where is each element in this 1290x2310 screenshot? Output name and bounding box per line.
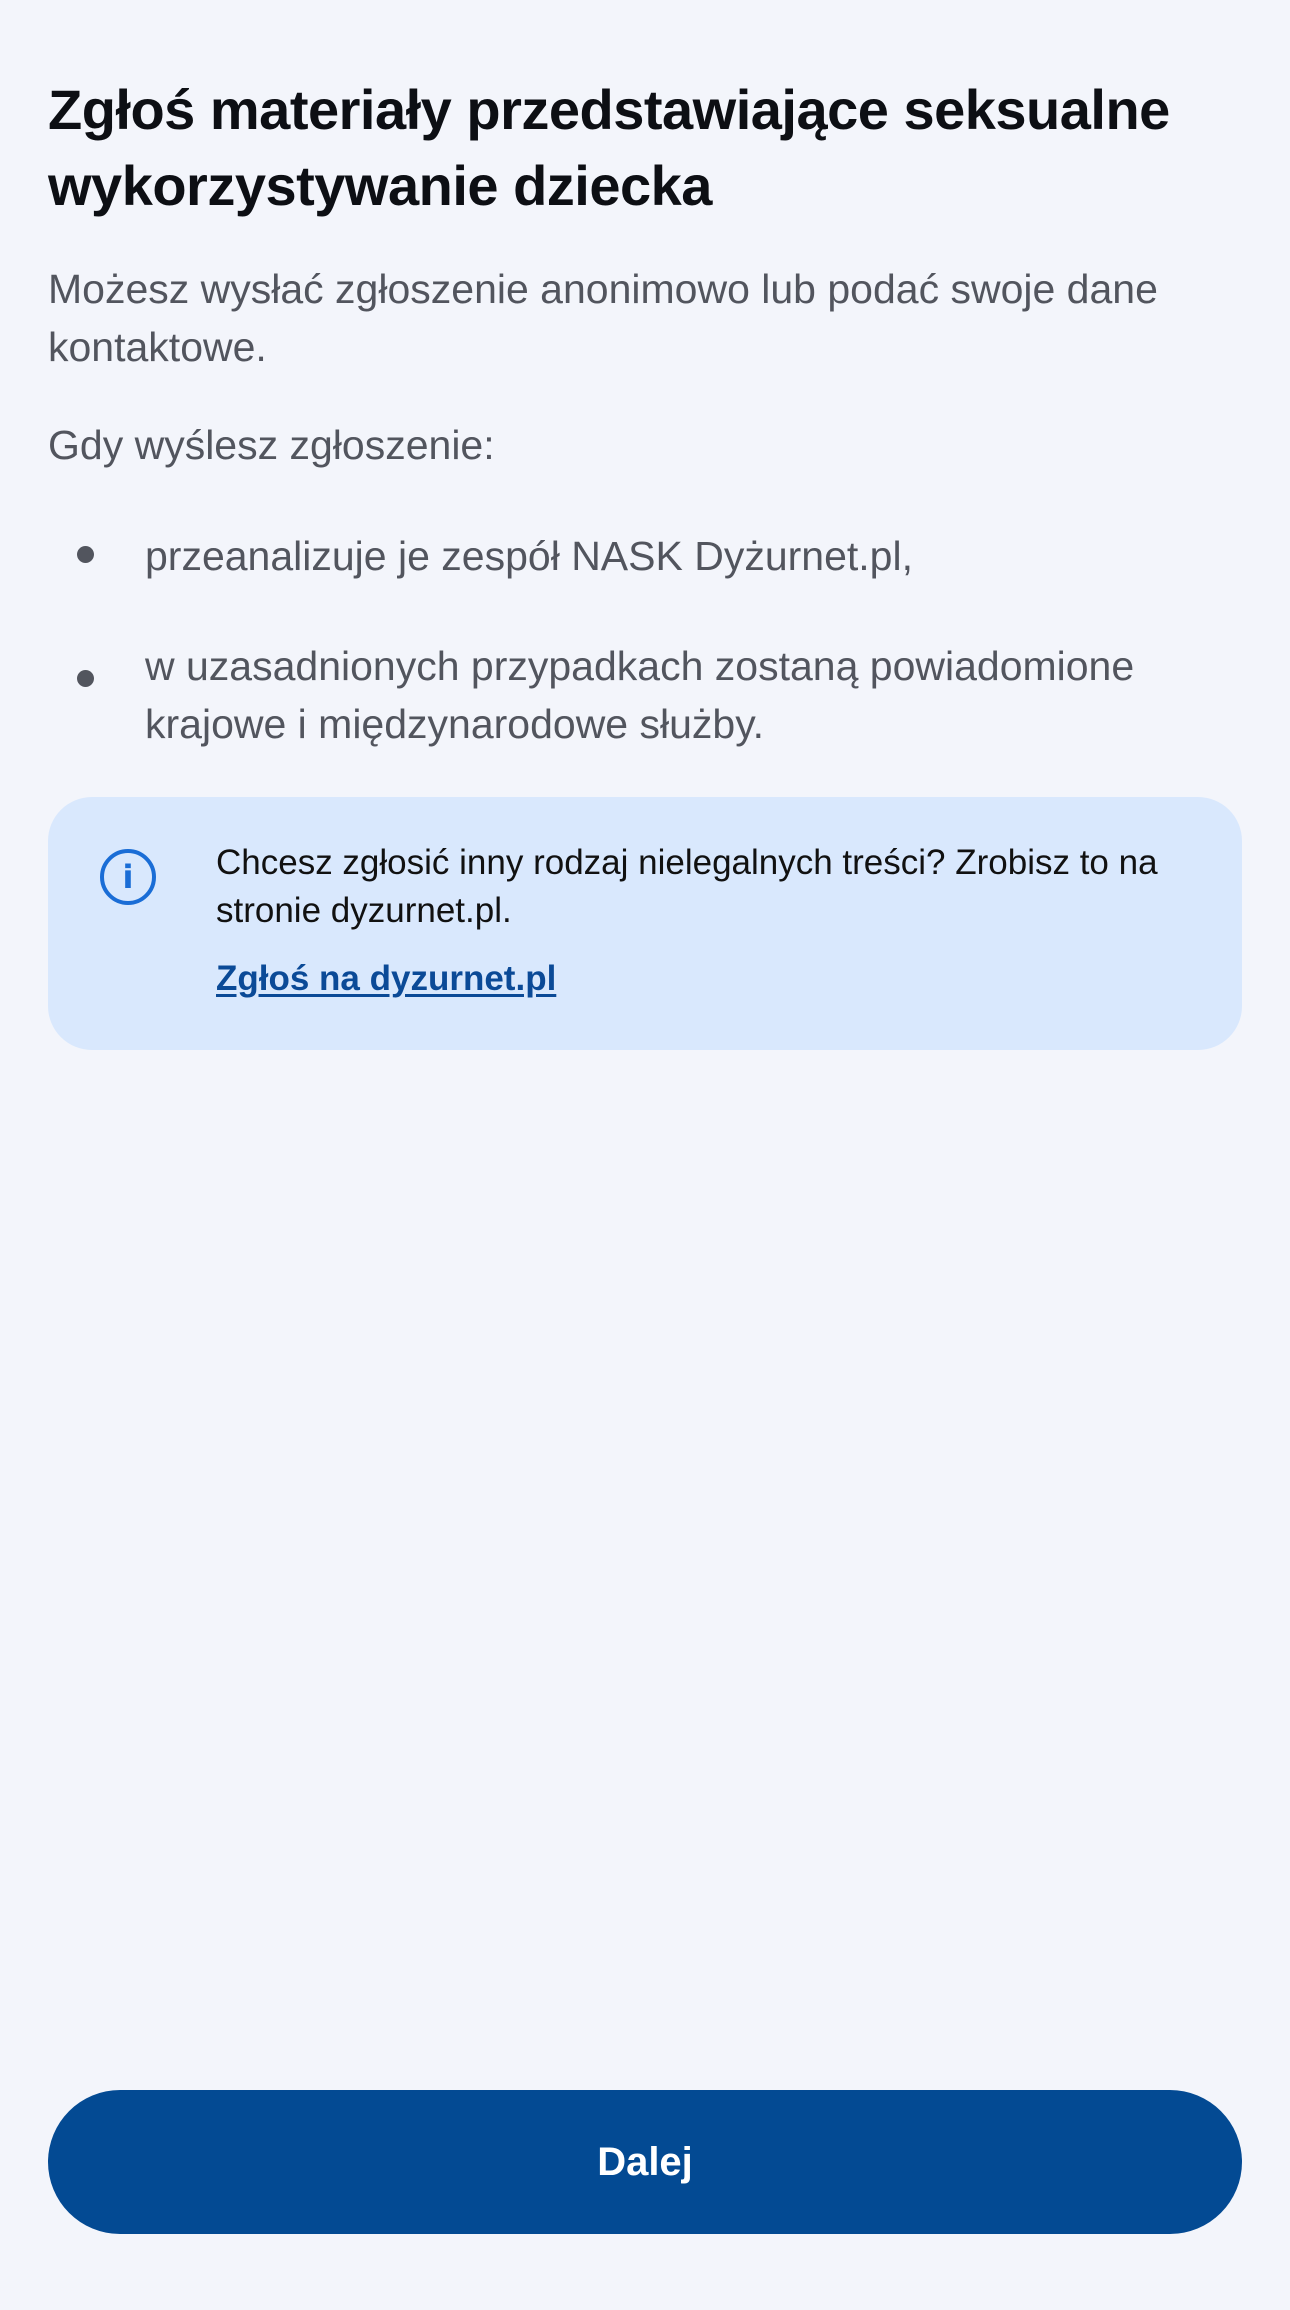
intro-text: Możesz wysłać zgłoszenie anonimowo lub p… bbox=[48, 266, 1158, 370]
list-item-text: w uzasadnionych przypadkach zostaną powi… bbox=[145, 643, 1135, 747]
report-on-dyzurnet-link[interactable]: Zgłoś na dyzurnet.pl bbox=[216, 955, 556, 1003]
list-item: w uzasadnionych przypadkach zostaną powi… bbox=[48, 637, 1242, 753]
when-sent-heading: Gdy wyślesz zgłoszenie: bbox=[48, 422, 495, 468]
info-callout: i Chcesz zgłosić inny rodzaj nielegalnyc… bbox=[48, 797, 1242, 1050]
bullet-dot-icon bbox=[77, 670, 94, 687]
list-item: przeanalizuje je zespół NASK Dyżurnet.pl… bbox=[48, 527, 1242, 585]
list-item-text: przeanalizuje je zespół NASK Dyżurnet.pl… bbox=[145, 533, 913, 579]
page-title: Zgłoś materiały przedstawiające seksualn… bbox=[48, 78, 1170, 217]
info-text: Chcesz zgłosić inny rodzaj nielegalnych … bbox=[216, 843, 1158, 930]
consequences-list: przeanalizuje je zespół NASK Dyżurnet.pl… bbox=[48, 527, 1242, 805]
info-icon: i bbox=[100, 849, 156, 905]
bullet-dot-icon bbox=[77, 546, 94, 563]
next-button[interactable]: Dalej bbox=[48, 2090, 1242, 2234]
